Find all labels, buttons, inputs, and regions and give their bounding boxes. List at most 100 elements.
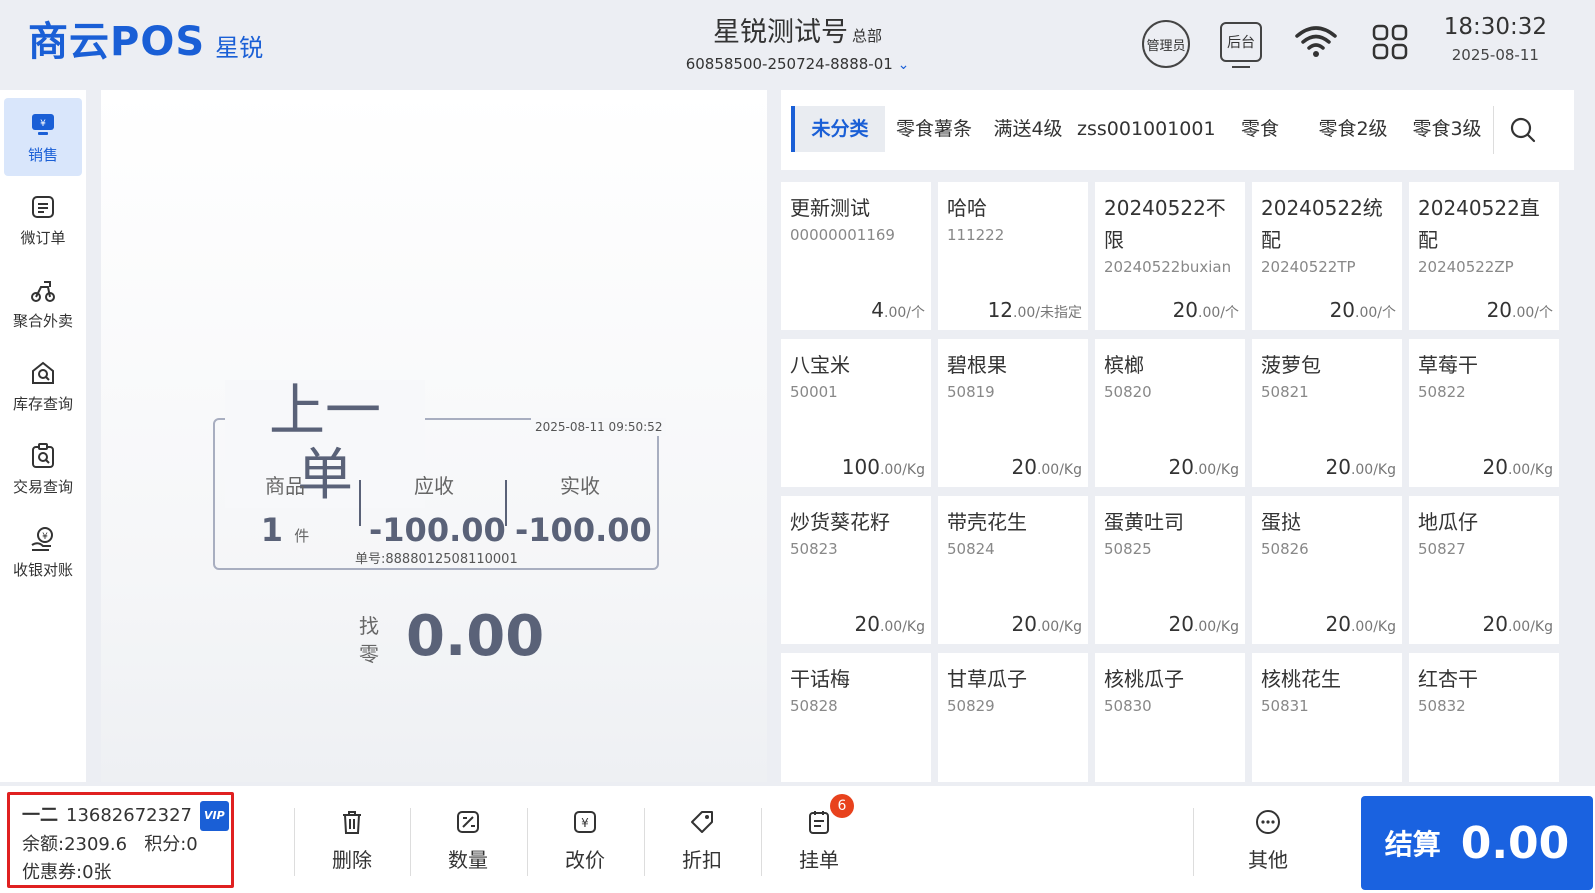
sidebar-item-inventory[interactable]: 库存查询 — [4, 347, 82, 425]
sidebar-item-reconcile[interactable]: ¥ 收银对账 — [4, 513, 82, 591]
received-value: -100.00 — [515, 511, 652, 549]
product-card[interactable]: 草莓干 50822 20.00/Kg — [1409, 339, 1559, 487]
product-card[interactable]: 干话梅 50828 — [781, 653, 931, 782]
checkout-amount: 0.00 — [1460, 817, 1570, 869]
header: 商云POS 星锐 星锐测试号 总部 60858500-250724-8888-01… — [0, 0, 1595, 88]
category-tab[interactable]: zss001001001 — [1077, 106, 1216, 152]
chevron-down-icon[interactable]: ⌄ — [898, 57, 910, 73]
received-label: 实收 — [560, 474, 600, 498]
quantity-button[interactable]: 数量 — [411, 808, 525, 878]
goods-stat: 商品 1 件 — [245, 470, 325, 549]
category-tab[interactable]: 零食 — [1229, 106, 1291, 152]
transaction-icon — [32, 442, 54, 468]
sidebar-item-label: 销售 — [27, 145, 58, 164]
action-label: 数量 — [448, 848, 488, 872]
category-tab[interactable]: 满送4级 — [987, 106, 1069, 152]
hold-count-badge: 6 — [830, 794, 854, 818]
discount-tag-icon — [691, 811, 713, 833]
category-tab[interactable]: 零食2级 — [1311, 106, 1395, 152]
change-value: 0.00 — [406, 604, 545, 669]
sidebar-item-label: 交易查询 — [12, 477, 73, 496]
order-icon — [32, 195, 54, 218]
discount-button[interactable]: 折扣 — [645, 808, 759, 878]
clock-time: 18:30:32 — [1443, 14, 1547, 40]
sidebar-item-transactions[interactable]: 交易查询 — [4, 430, 82, 508]
other-button[interactable]: 其他 — [1211, 808, 1325, 878]
backend-label: 后台 — [1227, 35, 1255, 51]
stat-divider — [359, 480, 361, 526]
member-coupons: 优惠券:0张 — [22, 862, 112, 883]
receivable-label: 应收 — [414, 474, 454, 498]
action-label: 改价 — [565, 848, 605, 872]
category-tab-uncategorized[interactable]: 未分类 — [791, 106, 885, 152]
delivery-icon — [31, 280, 55, 302]
product-card[interactable]: 八宝米 50001 100.00/Kg — [781, 339, 931, 487]
product-card[interactable]: 核桃花生 50831 — [1252, 653, 1402, 782]
category-tab[interactable]: 零食薯条 — [889, 106, 979, 152]
change-label: 找零 — [359, 614, 379, 666]
sidebar-item-label: 库存查询 — [12, 394, 73, 413]
sidebar-item-delivery[interactable]: 聚合外卖 — [4, 264, 82, 342]
product-card[interactable]: 哈哈 111222 12.00/未指定 — [938, 182, 1088, 330]
last-order-time: 2025-08-11 09:50:52 — [531, 418, 667, 436]
product-card[interactable]: 20240522统配 20240522TP 20.00/个 — [1252, 182, 1402, 330]
product-card[interactable]: 菠萝包 50821 20.00/Kg — [1252, 339, 1402, 487]
sidebar-item-sales[interactable]: ¥ 销售 — [4, 98, 82, 176]
product-grid: 更新测试 00000001169 4.00/个 哈哈 111222 12.00/未指定 … — [781, 182, 1574, 782]
delete-button[interactable]: 删除 — [295, 808, 409, 878]
store-name: 星锐测试号 — [712, 17, 848, 48]
store-info[interactable]: 星锐测试号 总部 60858500-250724-8888-01 ⌄ — [0, 10, 1595, 73]
member-points: 积分:0 — [144, 834, 198, 855]
goods-unit: 件 — [294, 527, 310, 545]
receivable-stat: 应收 -100.00 — [369, 470, 506, 549]
product-card[interactable]: 槟榔 50820 20.00/Kg — [1095, 339, 1245, 487]
product-card[interactable]: 甘草瓜子 50829 — [938, 653, 1088, 782]
change-price-button[interactable]: ¥ 改价 — [528, 808, 642, 878]
product-card[interactable]: 碧根果 50819 20.00/Kg — [938, 339, 1088, 487]
product-card[interactable]: 蛋挞 50826 20.00/Kg — [1252, 496, 1402, 644]
goods-label: 商品 — [265, 474, 305, 498]
checkout-label: 结算 — [1384, 828, 1441, 861]
wifi-icon[interactable] — [1294, 24, 1338, 58]
product-card[interactable]: 蛋黄吐司 50825 20.00/Kg — [1095, 496, 1245, 644]
action-label: 其他 — [1248, 848, 1288, 872]
sidebar: ¥ 销售 微订单 聚合外卖 库存查询 交易查询 ¥ 收银对账 — [0, 90, 86, 782]
received-stat: 实收 -100.00 — [515, 470, 652, 549]
reconcile-icon: ¥ — [31, 526, 53, 551]
checkout-button[interactable]: 结算 0.00 — [1361, 796, 1593, 890]
backend-button[interactable]: 后台 — [1220, 22, 1262, 68]
sidebar-item-micro-order[interactable]: 微订单 — [4, 181, 82, 259]
product-card[interactable]: 炒货葵花籽 50823 20.00/Kg — [781, 496, 931, 644]
store-tag: 总部 — [851, 27, 882, 45]
category-tab[interactable]: 零食3级 — [1405, 106, 1489, 152]
svg-text:¥: ¥ — [581, 816, 589, 830]
search-icon[interactable] — [1509, 116, 1537, 144]
category-bar: 未分类 零食薯条 满送4级 zss001001001 零食 零食2级 零食3级 — [781, 90, 1574, 170]
product-card[interactable]: 20240522直配 20240522ZP 20.00/个 — [1409, 182, 1559, 330]
product-card[interactable]: 核桃瓜子 50830 — [1095, 653, 1245, 782]
svg-text:¥: ¥ — [42, 532, 48, 542]
more-icon — [1256, 810, 1280, 834]
product-card[interactable]: 更新测试 00000001169 4.00/个 — [781, 182, 931, 330]
product-card[interactable]: 带壳花生 50824 20.00/Kg — [938, 496, 1088, 644]
category-divider — [1493, 106, 1494, 154]
admin-button[interactable]: 管理员 — [1142, 20, 1190, 68]
product-card[interactable]: 20240522不限 20240522buxian 20.00/个 — [1095, 182, 1245, 330]
receivable-value: -100.00 — [369, 511, 506, 549]
member-phone: 13682672327 — [66, 805, 192, 826]
product-card[interactable]: 地瓜仔 50827 20.00/Kg — [1409, 496, 1559, 644]
member-name: 一二 — [22, 805, 58, 826]
vip-badge: VIP — [199, 801, 229, 831]
sidebar-item-label: 微订单 — [20, 228, 66, 247]
sales-icon: ¥ — [32, 113, 54, 135]
quantity-icon — [457, 811, 479, 833]
price-change-icon: ¥ — [574, 811, 596, 833]
hold-order-button[interactable]: 挂单 — [762, 808, 876, 878]
action-label: 挂单 — [799, 848, 839, 872]
hold-order-icon — [809, 811, 829, 834]
admin-label: 管理员 — [1146, 38, 1186, 54]
apps-grid-icon[interactable] — [1372, 24, 1408, 60]
clock-date: 2025-08-11 — [1451, 46, 1539, 64]
member-card[interactable]: 一二 13682672327 VIP 余额:2309.6 积分:0 优惠券:0张 — [7, 792, 234, 888]
product-card[interactable]: 红杏干 50832 — [1409, 653, 1559, 782]
